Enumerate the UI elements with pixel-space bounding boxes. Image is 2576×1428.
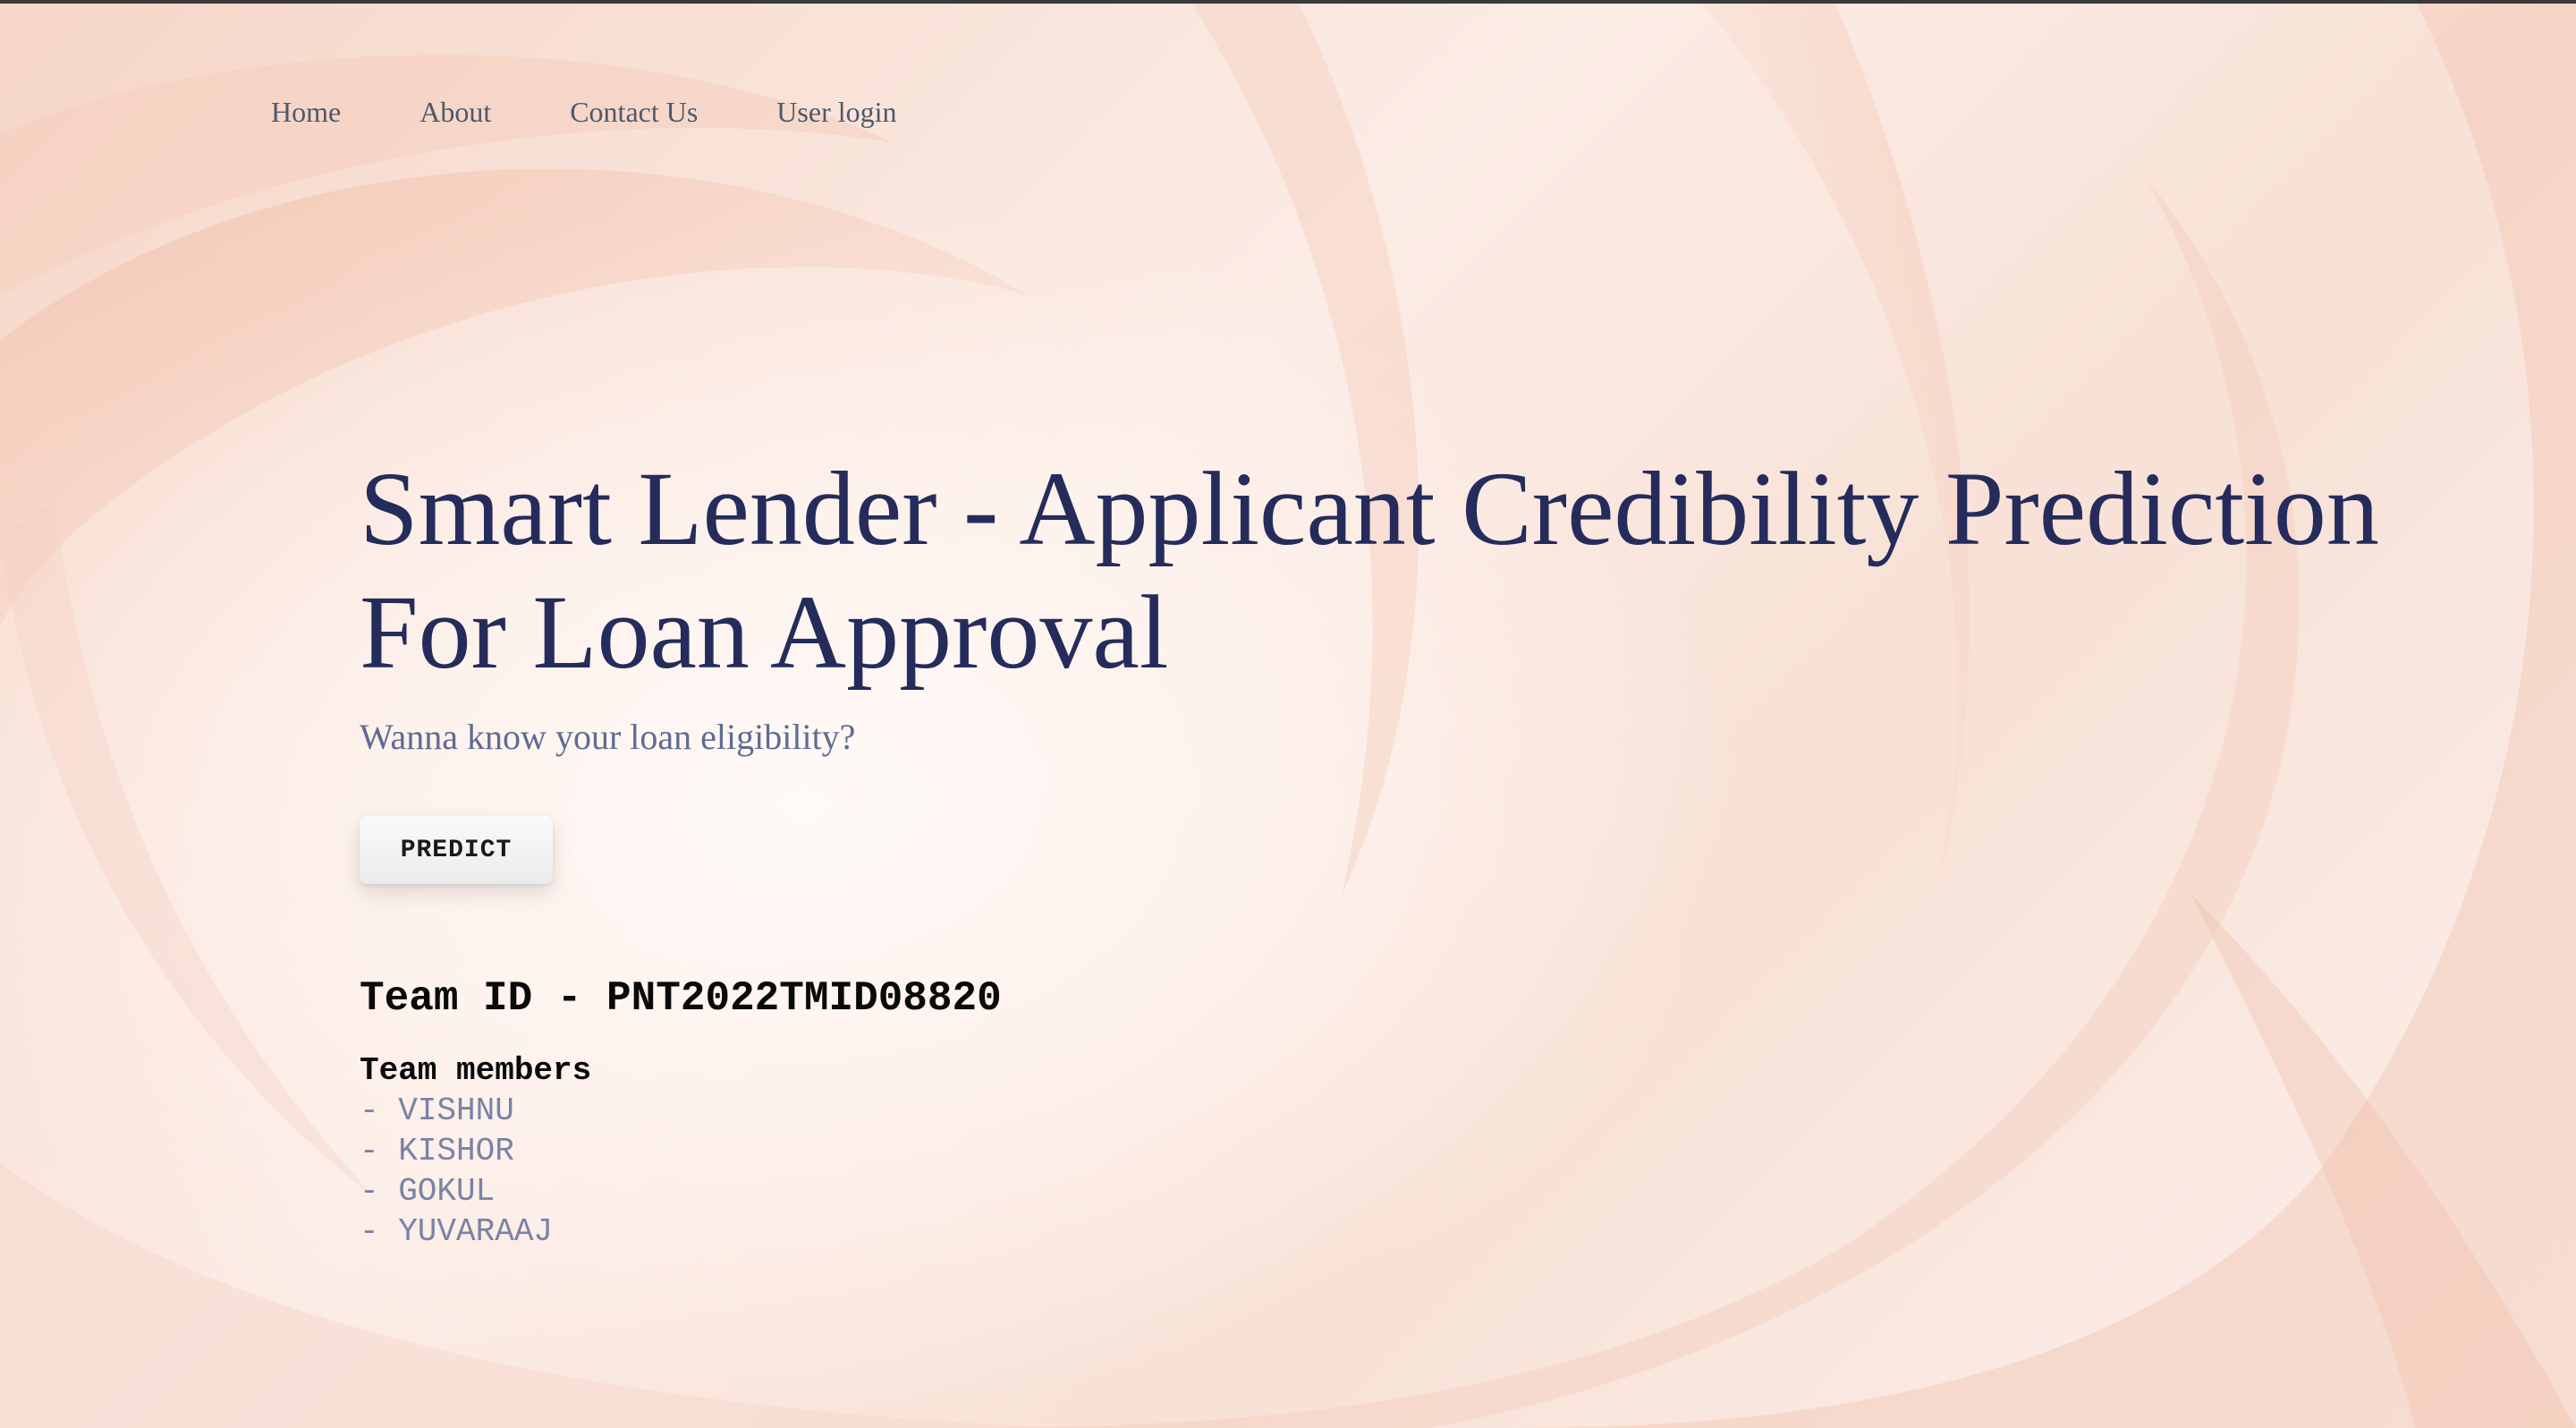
team-id-heading: Team ID - PNT2022TMID08820 [360, 975, 1002, 1022]
nav-user-login-link[interactable]: User login [776, 96, 896, 129]
page-subtitle: Wanna know your loan eligibility? [360, 717, 856, 757]
page-title: Smart Lender - Applicant Credibility Pre… [360, 450, 2379, 691]
window-top-border [0, 0, 2576, 4]
top-navigation: Home About Contact Us User login [271, 89, 976, 134]
hero-section: Smart Lender - Applicant Credibility Pre… [360, 447, 2417, 1252]
nav-about-link[interactable]: About [419, 96, 491, 129]
nav-home-link[interactable]: Home [271, 96, 341, 129]
nav-contact-link[interactable]: Contact Us [570, 96, 698, 129]
predict-button[interactable]: PREDICT [360, 816, 553, 884]
team-member-item: - GOKUL [360, 1173, 496, 1210]
team-member-item: - KISHOR [360, 1133, 514, 1169]
team-members-heading: Team members [360, 1052, 592, 1089]
team-member-item: - YUVARAAJ [360, 1213, 554, 1250]
team-member-item: - VISHNU [360, 1092, 514, 1129]
